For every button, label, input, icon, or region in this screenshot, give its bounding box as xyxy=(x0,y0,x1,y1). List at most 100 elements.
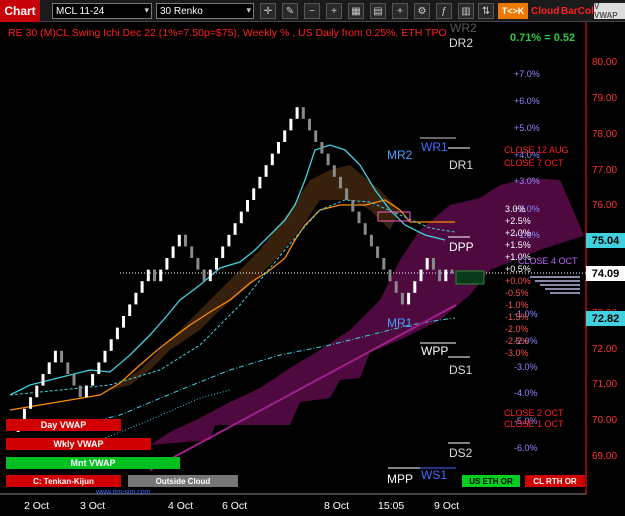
price-axis-label: 70.00 xyxy=(592,415,618,426)
daily-pct-label: 3.0% xyxy=(505,204,526,214)
renko-brick-up xyxy=(208,269,212,282)
chevron-down-icon: ▾ xyxy=(144,5,149,15)
level-dpp: DPP xyxy=(449,240,474,254)
renko-brick-up xyxy=(159,269,163,282)
daily-pct-label: +1.5% xyxy=(505,240,531,250)
renko-brick-down xyxy=(308,118,311,131)
renko-brick-down xyxy=(382,258,386,270)
zoom-in-icon[interactable]: + xyxy=(326,3,342,19)
vvwap-toggle[interactable]: V VWAP xyxy=(594,2,625,20)
renko-brick-down xyxy=(394,281,398,293)
renko-brick-up xyxy=(35,385,39,398)
bar-type-select[interactable]: 30 Renko ▾ xyxy=(156,3,254,19)
bar-type-value: 30 Renko xyxy=(160,5,203,17)
zoom-out-icon[interactable]: − xyxy=(304,3,320,19)
renko-brick-down xyxy=(363,223,367,235)
note-close-4oct: CLOSE 4 OCT xyxy=(518,256,578,266)
price-axis-label: 79.00 xyxy=(592,93,618,104)
note-close-2oct: CLOSE 2 OCT xyxy=(504,408,564,418)
tenkan-kijun-button[interactable]: T<>K xyxy=(498,3,528,19)
level-mr1: MR1 xyxy=(387,316,413,330)
layout-icon[interactable]: ▦ xyxy=(348,3,364,19)
daily-pct-label: -3.0% xyxy=(505,348,529,358)
renko-brick-down xyxy=(351,200,355,212)
date-axis-label: 4 Oct xyxy=(168,500,194,512)
tenkan-kijun-legend[interactable]: C: Tenkan-Kijun xyxy=(6,475,121,487)
renko-brick-down xyxy=(326,153,330,166)
draw-tool-icon[interactable]: ✎ xyxy=(282,3,298,19)
renko-brick-up xyxy=(252,188,256,200)
cl-rth-or-button[interactable]: CL RTH OR xyxy=(525,475,585,487)
renko-brick-up xyxy=(109,339,113,351)
renko-brick-up xyxy=(233,223,237,235)
renko-brick-up xyxy=(425,258,429,270)
us-eth-or-button[interactable]: US ETH OR xyxy=(462,475,520,487)
daily-pct-label: -0.5% xyxy=(505,288,529,298)
renko-brick-down xyxy=(202,269,206,282)
renko-brick-up xyxy=(53,350,57,363)
wkly-vwap-button[interactable]: Wkly VWAP xyxy=(6,438,151,450)
renko-brick-down xyxy=(66,362,70,374)
daily-pct-label: +0.0% xyxy=(505,276,531,286)
weekly-pct-label: +3.0% xyxy=(514,176,540,186)
crosshair-icon[interactable]: ✛ xyxy=(260,3,276,19)
renko-brick-up xyxy=(146,269,150,282)
chart-style-icon[interactable]: ▥ xyxy=(458,3,474,19)
trade-icon[interactable]: ⇅ xyxy=(478,3,494,19)
date-axis-label: 9 Oct xyxy=(434,500,460,512)
cloud-toggle[interactable]: Cloud xyxy=(531,4,559,18)
renko-brick-up xyxy=(171,246,175,258)
renko-brick-up xyxy=(264,165,268,177)
renko-brick-down xyxy=(357,211,361,224)
watermark: www.tim-sim.com xyxy=(96,489,151,496)
level-dr2: DR2 xyxy=(449,36,474,50)
renko-brick-down xyxy=(78,385,82,398)
renko-brick-up xyxy=(419,269,423,282)
renko-brick-down xyxy=(153,269,156,282)
date-axis-label: 3 Oct xyxy=(80,500,106,512)
note-close-12aug: CLOSE 12 AUG xyxy=(504,145,569,155)
day-vwap-button[interactable]: Day VWAP xyxy=(6,419,121,431)
renko-brick-up xyxy=(122,316,125,328)
daily-pct-label: +2.5% xyxy=(505,216,531,226)
mnt-vwap-button[interactable]: Mnt VWAP xyxy=(6,457,180,469)
renko-brick-down xyxy=(388,269,392,282)
chart-toolbar: Chart MCL 11-24 ▾ 30 Renko ▾ ✛ ✎ − + ▦ ▤… xyxy=(0,0,625,22)
chart-tab[interactable]: Chart xyxy=(0,0,40,22)
weekly-pct-label: -6.0% xyxy=(514,443,538,453)
add-icon[interactable]: + xyxy=(392,3,408,19)
level-wr1: WR1 xyxy=(421,140,448,154)
tenkan-price-box: 75.04 xyxy=(586,233,625,248)
weekly-pct-label: -3.0% xyxy=(514,362,538,372)
renko-brick-up xyxy=(41,374,45,386)
daily-pct-label: -2.5% xyxy=(505,336,529,346)
renko-brick-down xyxy=(320,142,324,154)
date-axis-label: 2 Oct xyxy=(24,500,50,512)
indicator-icon[interactable]: ƒ xyxy=(436,3,452,19)
date-axis-label: 15:05 xyxy=(378,500,405,512)
symbol-select[interactable]: MCL 11-24 ▾ xyxy=(52,3,152,19)
renko-brick-up xyxy=(283,130,287,142)
strategy-icon[interactable]: ⚙ xyxy=(414,3,430,19)
renko-brick-up xyxy=(227,234,231,247)
barcol-toggle[interactable]: BarCol xyxy=(561,4,594,18)
date-axis-label: 8 Oct xyxy=(324,500,350,512)
renko-brick-up xyxy=(128,304,132,316)
outside-cloud-legend[interactable]: Outside Cloud xyxy=(128,475,238,487)
renko-brick-down xyxy=(345,188,349,200)
price-axis-label: 80.00 xyxy=(592,57,618,68)
renko-brick-down xyxy=(431,258,435,270)
renko-brick-up xyxy=(413,281,417,293)
price-axis-label: 76.00 xyxy=(592,200,618,211)
renko-brick-up xyxy=(140,281,144,293)
daily-pct-label: -1.5% xyxy=(505,312,529,322)
level-wpp: WPP xyxy=(421,344,449,358)
renko-brick-up xyxy=(47,362,51,374)
renko-brick-up xyxy=(289,118,293,131)
renko-brick-down xyxy=(400,292,404,305)
renko-brick-down xyxy=(314,130,318,142)
renko-brick-up xyxy=(444,269,448,282)
price-axis-label: 77.00 xyxy=(592,165,618,176)
renko-brick-down xyxy=(184,234,187,247)
properties-icon[interactable]: ▤ xyxy=(370,3,386,19)
